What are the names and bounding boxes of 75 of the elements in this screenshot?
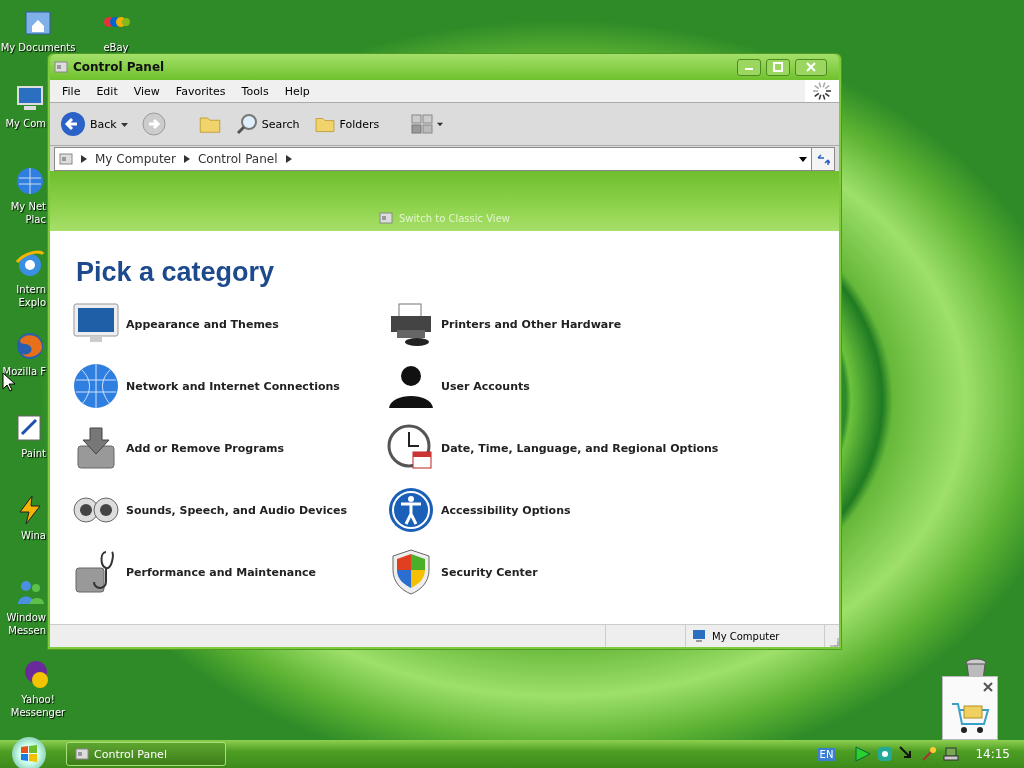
category-link[interactable]: Network and Internet Connections [72, 362, 387, 410]
menu-item[interactable]: Edit [88, 84, 126, 98]
control-panel-icon [75, 747, 89, 761]
maximize-icon [773, 62, 783, 72]
refresh-arrows-icon [816, 151, 830, 166]
menu-item[interactable]: View [125, 84, 168, 98]
close-button[interactable] [795, 58, 827, 76]
category-link[interactable]: Appearance and Themes [72, 300, 387, 348]
view-grid-icon [411, 113, 434, 135]
desktop-icon-label[interactable]: Paint [21, 447, 46, 460]
address-field[interactable]: My Computer Control Panel [54, 146, 812, 171]
network-icon [943, 746, 960, 762]
desktop-icon-label[interactable]: My Net [10, 200, 46, 213]
desktop-icon-label[interactable]: My Documents [0, 41, 76, 54]
category-link[interactable]: Printers and Other Hardware [387, 300, 787, 348]
category-link[interactable]: Security Center [387, 548, 787, 596]
taskbar-button[interactable]: Control Panel [66, 742, 226, 766]
globe-icon [14, 165, 46, 197]
caret-icon [120, 120, 128, 128]
desktop-icon-label[interactable]: Intern [16, 283, 46, 296]
close-icon [806, 62, 816, 72]
status-text: My Computer [712, 630, 780, 642]
category-link[interactable]: User Accounts [387, 362, 787, 410]
desktop-icon-label[interactable]: Mozilla F [2, 365, 46, 378]
minimize-button[interactable] [737, 58, 761, 76]
browser-icon [14, 330, 46, 362]
desktop-icon-label[interactable]: Messenger [10, 706, 66, 719]
control-panel-icon [379, 211, 393, 225]
search-icon [235, 113, 258, 135]
breadcrumb-item[interactable]: My Computer [95, 151, 176, 166]
category-link[interactable]: Accessibility Options [387, 486, 787, 534]
breadcrumb-item[interactable]: Control Panel [197, 151, 278, 166]
arrow-right-icon [183, 154, 190, 163]
category-link[interactable]: Add or Remove Programs [72, 424, 387, 472]
menu-item[interactable]: Favorites [167, 84, 234, 98]
language-indicator[interactable]: EN [817, 747, 836, 761]
back-button[interactable]: Back [56, 109, 132, 139]
clock-calendar-icon [387, 424, 435, 472]
go-button[interactable] [812, 146, 835, 171]
page-heading: Pick a category [76, 257, 276, 288]
folders-button[interactable]: Folders [309, 111, 384, 137]
desktop-icon-label[interactable]: Window [6, 611, 46, 624]
close-icon [983, 682, 993, 692]
menu-item[interactable]: Tools [233, 84, 277, 98]
clock: 14:15 [975, 747, 1010, 761]
maximize-button[interactable] [766, 58, 790, 76]
arrow-right-icon [285, 154, 292, 163]
desktop-icon-label[interactable]: Explo [18, 296, 46, 309]
desktop-icon-label[interactable]: Wina [21, 529, 46, 542]
menu-item[interactable]: File [54, 84, 89, 98]
dropdown-caret-icon [799, 154, 807, 163]
desktop-icon-label[interactable]: My Com [5, 117, 46, 130]
window-icon [54, 60, 68, 74]
resize-grip-icon [829, 637, 839, 647]
desktop-icon-label[interactable]: Yahoo! [21, 693, 55, 706]
category-link[interactable]: Date, Time, Language, and Regional Options [387, 424, 787, 472]
category-link[interactable]: Performance and Maintenance [72, 548, 387, 596]
loading-spinner-icon [812, 81, 832, 101]
category-link[interactable]: Sounds, Speech, and Audio Devices [72, 486, 387, 534]
caret-icon [437, 121, 444, 127]
windows-logo-icon [19, 744, 39, 764]
play-arrow-icon [855, 746, 872, 762]
address-icon [59, 151, 73, 166]
desktop-icon-label[interactable]: Plac [25, 213, 46, 226]
magic-wand-icon [921, 746, 938, 762]
desktop-icon-label[interactable]: Messen [8, 624, 46, 637]
search-button[interactable]: Search [231, 111, 304, 137]
window-title: Control Panel [73, 60, 166, 74]
accessibility-icon [387, 486, 435, 534]
computer-icon [692, 629, 706, 643]
start-button[interactable] [12, 737, 46, 768]
arrow-right-icon [81, 154, 87, 163]
desktop-icon-label[interactable]: eBay [103, 41, 129, 54]
menu-item[interactable]: Help [276, 84, 318, 98]
globe-icon [72, 362, 120, 410]
